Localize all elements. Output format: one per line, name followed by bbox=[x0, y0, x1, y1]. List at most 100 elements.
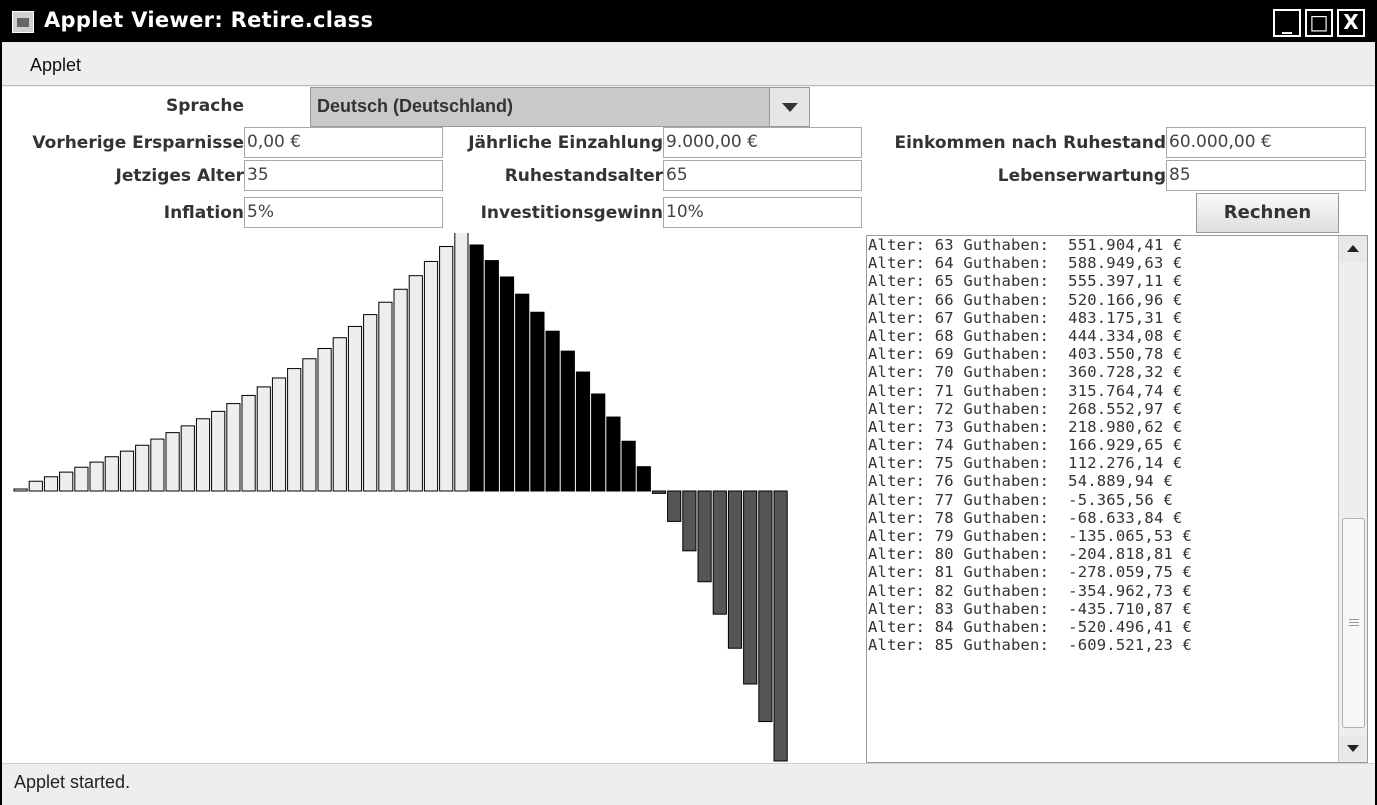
chart-bar bbox=[13, 488, 28, 492]
investitionsgewinn-field[interactable]: 10% bbox=[663, 197, 862, 228]
output-line: Alter: 68 Guthaben: 444.334,08 € bbox=[868, 326, 1183, 345]
window-icon[interactable] bbox=[12, 11, 34, 33]
chart-bar bbox=[226, 403, 241, 492]
chart-bar bbox=[89, 461, 104, 492]
chart-bar bbox=[545, 330, 560, 492]
jaehrliche-einzahlung-label: Jährliche Einzahlung bbox=[468, 133, 663, 153]
vertical-scrollbar[interactable] bbox=[1338, 236, 1367, 762]
lebenserwartung-label: Lebenserwartung bbox=[997, 166, 1166, 186]
chart-bar bbox=[591, 393, 606, 492]
output-line: Alter: 69 Guthaben: 403.550,78 € bbox=[868, 345, 1183, 364]
inflation-field[interactable]: 5% bbox=[244, 197, 443, 228]
chart-bar bbox=[195, 418, 211, 492]
output-line: Alter: 71 Guthaben: 315.764,74 € bbox=[868, 381, 1183, 400]
status-bar: Applet started. bbox=[2, 763, 1375, 805]
chart-bar bbox=[621, 440, 636, 492]
window-title: Applet Viewer: Retire.class bbox=[44, 8, 374, 32]
chart-bar bbox=[773, 490, 788, 762]
chart-bar bbox=[697, 490, 712, 583]
output-line: Alter: 76 Guthaben: 54.889,94 € bbox=[868, 472, 1174, 491]
chart-bar bbox=[302, 358, 317, 492]
chart-bar bbox=[241, 394, 256, 492]
menu-bar: Applet bbox=[2, 42, 1375, 86]
output-line: Alter: 73 Guthaben: 218.980,62 € bbox=[868, 417, 1183, 436]
chart-bar bbox=[332, 337, 347, 492]
output-line: Alter: 78 Guthaben: -68.633,84 € bbox=[868, 508, 1183, 527]
chart-bar bbox=[560, 350, 575, 492]
output-lines: Alter: 63 Guthaben: 551.904,41 € Alter: 6… bbox=[867, 236, 1337, 762]
chart-bar bbox=[651, 490, 667, 494]
investitionsgewinn-label: Investitionsgewinn bbox=[480, 203, 663, 223]
rechnen-button[interactable]: Rechnen bbox=[1196, 193, 1339, 233]
chart-bar bbox=[667, 490, 682, 522]
chart-bar bbox=[347, 325, 363, 492]
output-line: Alter: 79 Guthaben: -135.065,53 € bbox=[868, 527, 1193, 545]
sprache-label: Sprache bbox=[166, 96, 244, 116]
maximize-button[interactable]: □ bbox=[1305, 9, 1333, 37]
chevron-down-icon[interactable] bbox=[769, 88, 809, 126]
output-line: Alter: 66 Guthaben: 520.166,96 € bbox=[868, 290, 1183, 309]
output-line: Alter: 81 Guthaben: -278.059,75 € bbox=[868, 563, 1193, 582]
chart-bar bbox=[150, 438, 165, 492]
output-line: Alter: 65 Guthaben: 555.397,11 € bbox=[868, 272, 1183, 291]
title-bar[interactable]: Applet Viewer: Retire.class _ □ X bbox=[2, 2, 1375, 42]
ruhestandsalter-field[interactable]: 65 bbox=[663, 160, 862, 191]
vorherige-ersparnisse-field[interactable]: 0,00 € bbox=[244, 127, 443, 158]
output-line: Alter: 85 Guthaben: -609.521,23 € bbox=[868, 636, 1193, 655]
output-line: Alter: 77 Guthaben: -5.365,56 € bbox=[868, 490, 1174, 509]
language-combobox[interactable]: Deutsch (Deutschland) bbox=[310, 87, 810, 127]
einkommen-field[interactable]: 60.000,00 € bbox=[1166, 127, 1366, 158]
close-button[interactable]: X bbox=[1337, 9, 1365, 37]
jaehrliche-einzahlung-field[interactable]: 9.000,00 € bbox=[663, 127, 862, 158]
chart-bar bbox=[727, 490, 743, 649]
chart-bar bbox=[180, 425, 195, 492]
lebenserwartung-field[interactable]: 85 bbox=[1166, 160, 1366, 191]
status-text: Applet started. bbox=[14, 772, 131, 792]
jetziges-alter-label: Jetziges Alter bbox=[115, 166, 244, 186]
chart-bar bbox=[423, 260, 439, 492]
applet-viewer-window: Applet Viewer: Retire.class _ □ X Applet… bbox=[0, 0, 1377, 805]
output-line: Alter: 72 Guthaben: 268.552,97 € bbox=[868, 399, 1183, 418]
output-line: Alter: 82 Guthaben: -354.962,73 € bbox=[868, 581, 1193, 600]
chart-bar bbox=[499, 276, 515, 492]
chart-bar bbox=[74, 466, 89, 492]
chart-bar bbox=[287, 368, 302, 492]
chart-bar bbox=[378, 301, 393, 492]
chart-bar bbox=[256, 386, 271, 492]
chart-bar bbox=[59, 471, 74, 492]
chart-bar bbox=[211, 410, 226, 492]
chart-bar bbox=[393, 288, 408, 492]
vorherige-ersparnisse-label: Vorherige Ersparnisse bbox=[32, 133, 244, 153]
output-line: Alter: 64 Guthaben: 588.949,63 € bbox=[868, 254, 1183, 273]
scrollbar-thumb[interactable] bbox=[1342, 518, 1365, 728]
chart-bar bbox=[575, 371, 591, 492]
grip-icon bbox=[1349, 619, 1359, 620]
chart-bar bbox=[682, 490, 697, 552]
chart-bar bbox=[515, 293, 530, 492]
scroll-up-icon[interactable] bbox=[1339, 236, 1367, 262]
chart-bar bbox=[135, 444, 150, 492]
output-line: Alter: 80 Guthaben: -204.818,81 € bbox=[868, 545, 1193, 564]
output-textarea[interactable]: Alter: 63 Guthaben: 551.904,41 € Alter: 6… bbox=[866, 235, 1368, 763]
menu-applet[interactable]: Applet bbox=[30, 55, 81, 76]
inflation-label: Inflation bbox=[163, 203, 244, 223]
chart-bar bbox=[165, 432, 180, 492]
scroll-down-icon[interactable] bbox=[1339, 736, 1367, 762]
chart-bar bbox=[636, 466, 651, 492]
output-line: Alter: 83 Guthaben: -435.710,87 € bbox=[868, 599, 1193, 618]
chart-bar bbox=[408, 275, 423, 492]
chart-bar bbox=[317, 347, 332, 492]
chart-bar bbox=[606, 416, 621, 492]
chart-bar bbox=[43, 476, 59, 492]
minimize-button[interactable]: _ bbox=[1273, 9, 1301, 37]
jetziges-alter-field[interactable]: 35 bbox=[244, 160, 443, 191]
chart-bar bbox=[712, 490, 727, 615]
chart-bar bbox=[271, 377, 287, 492]
output-line: Alter: 70 Guthaben: 360.728,32 € bbox=[868, 363, 1183, 382]
output-line: Alter: 63 Guthaben: 551.904,41 € bbox=[868, 236, 1183, 254]
chart-bar bbox=[530, 311, 545, 492]
chart-bar bbox=[119, 450, 135, 492]
retirement-balance-chart bbox=[13, 233, 788, 762]
ruhestandsalter-label: Ruhestandsalter bbox=[504, 166, 663, 186]
einkommen-label: Einkommen nach Ruhestand bbox=[894, 133, 1166, 153]
